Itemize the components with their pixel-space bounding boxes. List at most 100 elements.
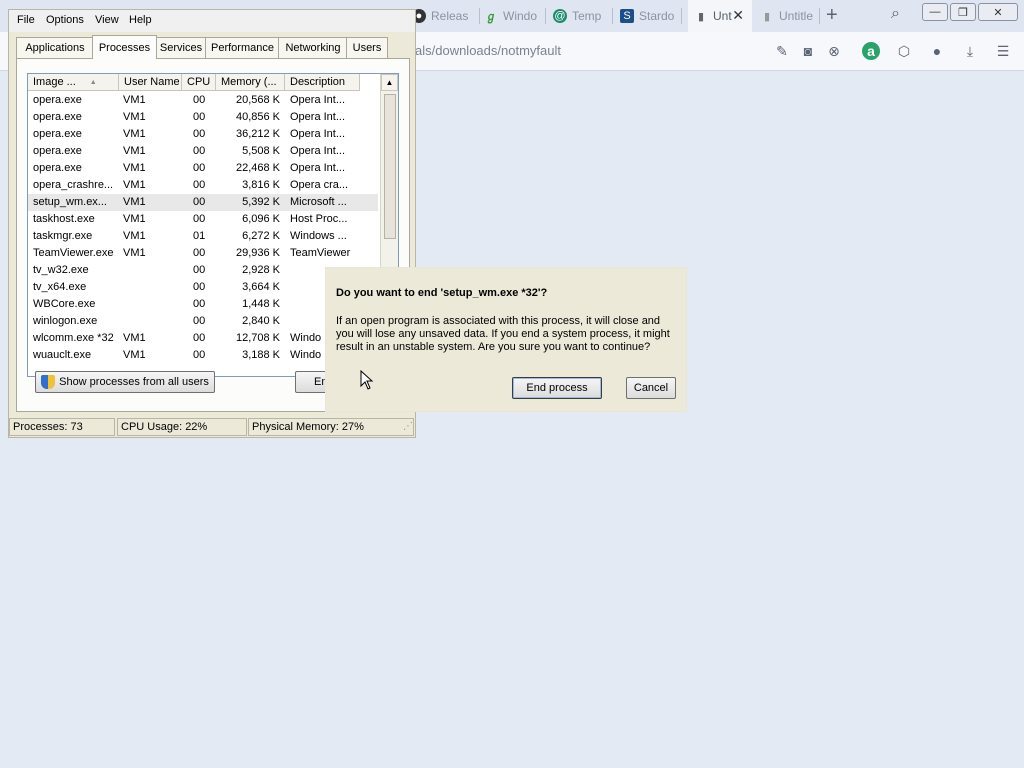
cell-cpu: 00 <box>193 264 206 276</box>
temp-mail-icon: @ <box>553 9 567 23</box>
tab-untitled[interactable]: ▮ Untitle <box>760 0 820 32</box>
search-icon[interactable]: ⌕ <box>891 5 900 23</box>
cell-cpu: 00 <box>193 162 206 174</box>
tab-label: Untitle <box>779 9 814 23</box>
settings-icon[interactable]: ☰ <box>993 41 1013 61</box>
tab-releases[interactable]: ● Releas <box>412 0 480 32</box>
status-processes: Processes: 73 <box>9 418 115 436</box>
table-row[interactable]: opera.exe VM1 00 20,568 K Opera Int... <box>28 92 378 109</box>
cell-mem: 5,392 K <box>242 196 280 208</box>
cell-user: VM1 <box>123 196 146 208</box>
column-header-memory[interactable]: Memory (... <box>216 74 285 91</box>
document-icon: ▮ <box>697 10 705 23</box>
tab-processes[interactable]: Processes <box>92 35 157 59</box>
tab-users[interactable]: Users <box>346 37 388 58</box>
cell-mem: 1,448 K <box>242 298 280 310</box>
table-row[interactable]: setup_wm.ex... VM1 00 5,392 K Microsoft ... <box>28 194 378 211</box>
menu-bar: File Options View Help <box>9 10 415 32</box>
cell-cpu: 00 <box>193 179 206 191</box>
cell-cpu: 00 <box>193 281 206 293</box>
table-row[interactable]: TeamViewer.exe VM1 00 29,936 K TeamViewer <box>28 245 378 262</box>
cell-image: opera.exe <box>33 162 82 174</box>
cell-cpu: 00 <box>193 128 206 140</box>
table-row[interactable]: taskmgr.exe VM1 01 6,272 K Windows ... <box>28 228 378 245</box>
cell-user: VM1 <box>123 213 146 225</box>
column-header-image-name[interactable]: Image ... ▲ <box>28 74 119 91</box>
resize-grip-icon[interactable]: ⋰ <box>403 422 413 432</box>
cell-user: VM1 <box>123 230 146 242</box>
column-header-description[interactable]: Description <box>285 74 360 91</box>
menu-help[interactable]: Help <box>129 14 152 26</box>
cell-mem: 22,468 K <box>235 162 280 174</box>
cancel-button[interactable]: Cancel <box>626 377 676 399</box>
cell-desc: Host Proc... <box>290 213 348 225</box>
tab-label: Temp <box>572 9 602 23</box>
cell-image: TeamViewer.exe <box>33 247 114 259</box>
menu-options[interactable]: Options <box>46 14 84 26</box>
cell-mem: 2,928 K <box>242 264 280 276</box>
profile-icon[interactable]: ● <box>927 41 947 61</box>
show-all-processes-button[interactable]: Show processes from all users <box>35 371 215 393</box>
table-row[interactable]: taskhost.exe VM1 00 6,096 K Host Proc... <box>28 211 378 228</box>
column-header-user-name[interactable]: User Name <box>119 74 182 91</box>
cube-icon[interactable]: ⬡ <box>894 41 914 61</box>
cell-user: VM1 <box>123 111 146 123</box>
tab-temp-mail[interactable]: @ Temp <box>553 0 613 32</box>
cell-mem: 5,508 K <box>242 145 280 157</box>
cell-user: VM1 <box>123 128 146 140</box>
cell-image: wlcomm.exe *32 <box>33 332 114 344</box>
table-row[interactable]: opera_crashre... VM1 00 3,816 K Opera cra... <box>28 177 378 194</box>
table-row[interactable]: opera.exe VM1 00 22,468 K Opera Int... <box>28 160 378 177</box>
tab-label: Stardo <box>639 9 675 23</box>
cell-image: setup_wm.ex... <box>33 196 107 208</box>
cell-cpu: 00 <box>193 349 206 361</box>
minimize-button[interactable]: — <box>922 3 948 21</box>
tab-services[interactable]: Services <box>155 37 207 58</box>
tab-label: Releas <box>431 9 469 23</box>
menu-view[interactable]: View <box>95 14 119 26</box>
cell-image: tv_x64.exe <box>33 281 87 293</box>
new-tab-icon[interactable]: + <box>826 4 838 27</box>
download-icon[interactable]: ⤓ <box>960 41 980 61</box>
close-tab-icon[interactable]: ✕ <box>732 7 744 24</box>
cell-user: VM1 <box>123 332 146 344</box>
end-process-confirm-button[interactable]: End process <box>512 377 602 399</box>
cell-image: winlogon.exe <box>33 315 98 327</box>
cell-desc: Windows ... <box>290 230 347 242</box>
camera-icon[interactable]: ◙ <box>798 41 818 61</box>
cell-mem: 3,816 K <box>242 179 280 191</box>
extension-a-icon[interactable]: a <box>862 42 880 60</box>
cell-mem: 3,188 K <box>242 349 280 361</box>
cell-user: VM1 <box>123 179 146 191</box>
table-row[interactable]: opera.exe VM1 00 40,856 K Opera Int... <box>28 109 378 126</box>
close-window-button[interactable]: ✕ <box>978 3 1018 21</box>
address-text[interactable]: als/downloads/notmyfault <box>415 43 561 58</box>
cell-cpu: 00 <box>193 315 206 327</box>
cell-desc: Microsoft ... <box>290 196 347 208</box>
tab-performance[interactable]: Performance <box>205 37 280 58</box>
cell-user: VM1 <box>123 349 146 361</box>
tab-untitled-active[interactable]: ▮ Unt ✕ <box>688 0 752 32</box>
table-row[interactable]: opera.exe VM1 00 5,508 K Opera Int... <box>28 143 378 160</box>
restore-button[interactable]: ❐ <box>950 3 976 21</box>
scrollbar-thumb[interactable] <box>384 94 396 239</box>
shield-icon[interactable]: ⊗ <box>824 41 844 61</box>
tab-networking[interactable]: Networking <box>278 37 348 58</box>
edit-icon[interactable]: ✎ <box>772 41 792 61</box>
tab-applications[interactable]: Applications <box>16 37 94 58</box>
cell-image: tv_w32.exe <box>33 264 89 276</box>
cell-image: taskhost.exe <box>33 213 95 225</box>
cell-image: opera.exe <box>33 128 82 140</box>
status-cpu-usage: CPU Usage: 22% <box>117 418 247 436</box>
cell-mem: 36,212 K <box>235 128 280 140</box>
column-header-cpu[interactable]: CPU <box>182 74 216 91</box>
tab-stardock[interactable]: S Stardo <box>620 0 682 32</box>
cell-mem: 29,936 K <box>235 247 280 259</box>
end-process-dialog: Do you want to end 'setup_wm.exe *32'? I… <box>326 268 686 411</box>
scroll-up-arrow-icon[interactable]: ▲ <box>381 74 398 91</box>
cell-user: VM1 <box>123 247 146 259</box>
menu-file[interactable]: File <box>17 14 35 26</box>
tab-label: Windo <box>503 9 538 23</box>
table-row[interactable]: opera.exe VM1 00 36,212 K Opera Int... <box>28 126 378 143</box>
tab-windows[interactable]: ℊ Windo <box>484 0 546 32</box>
